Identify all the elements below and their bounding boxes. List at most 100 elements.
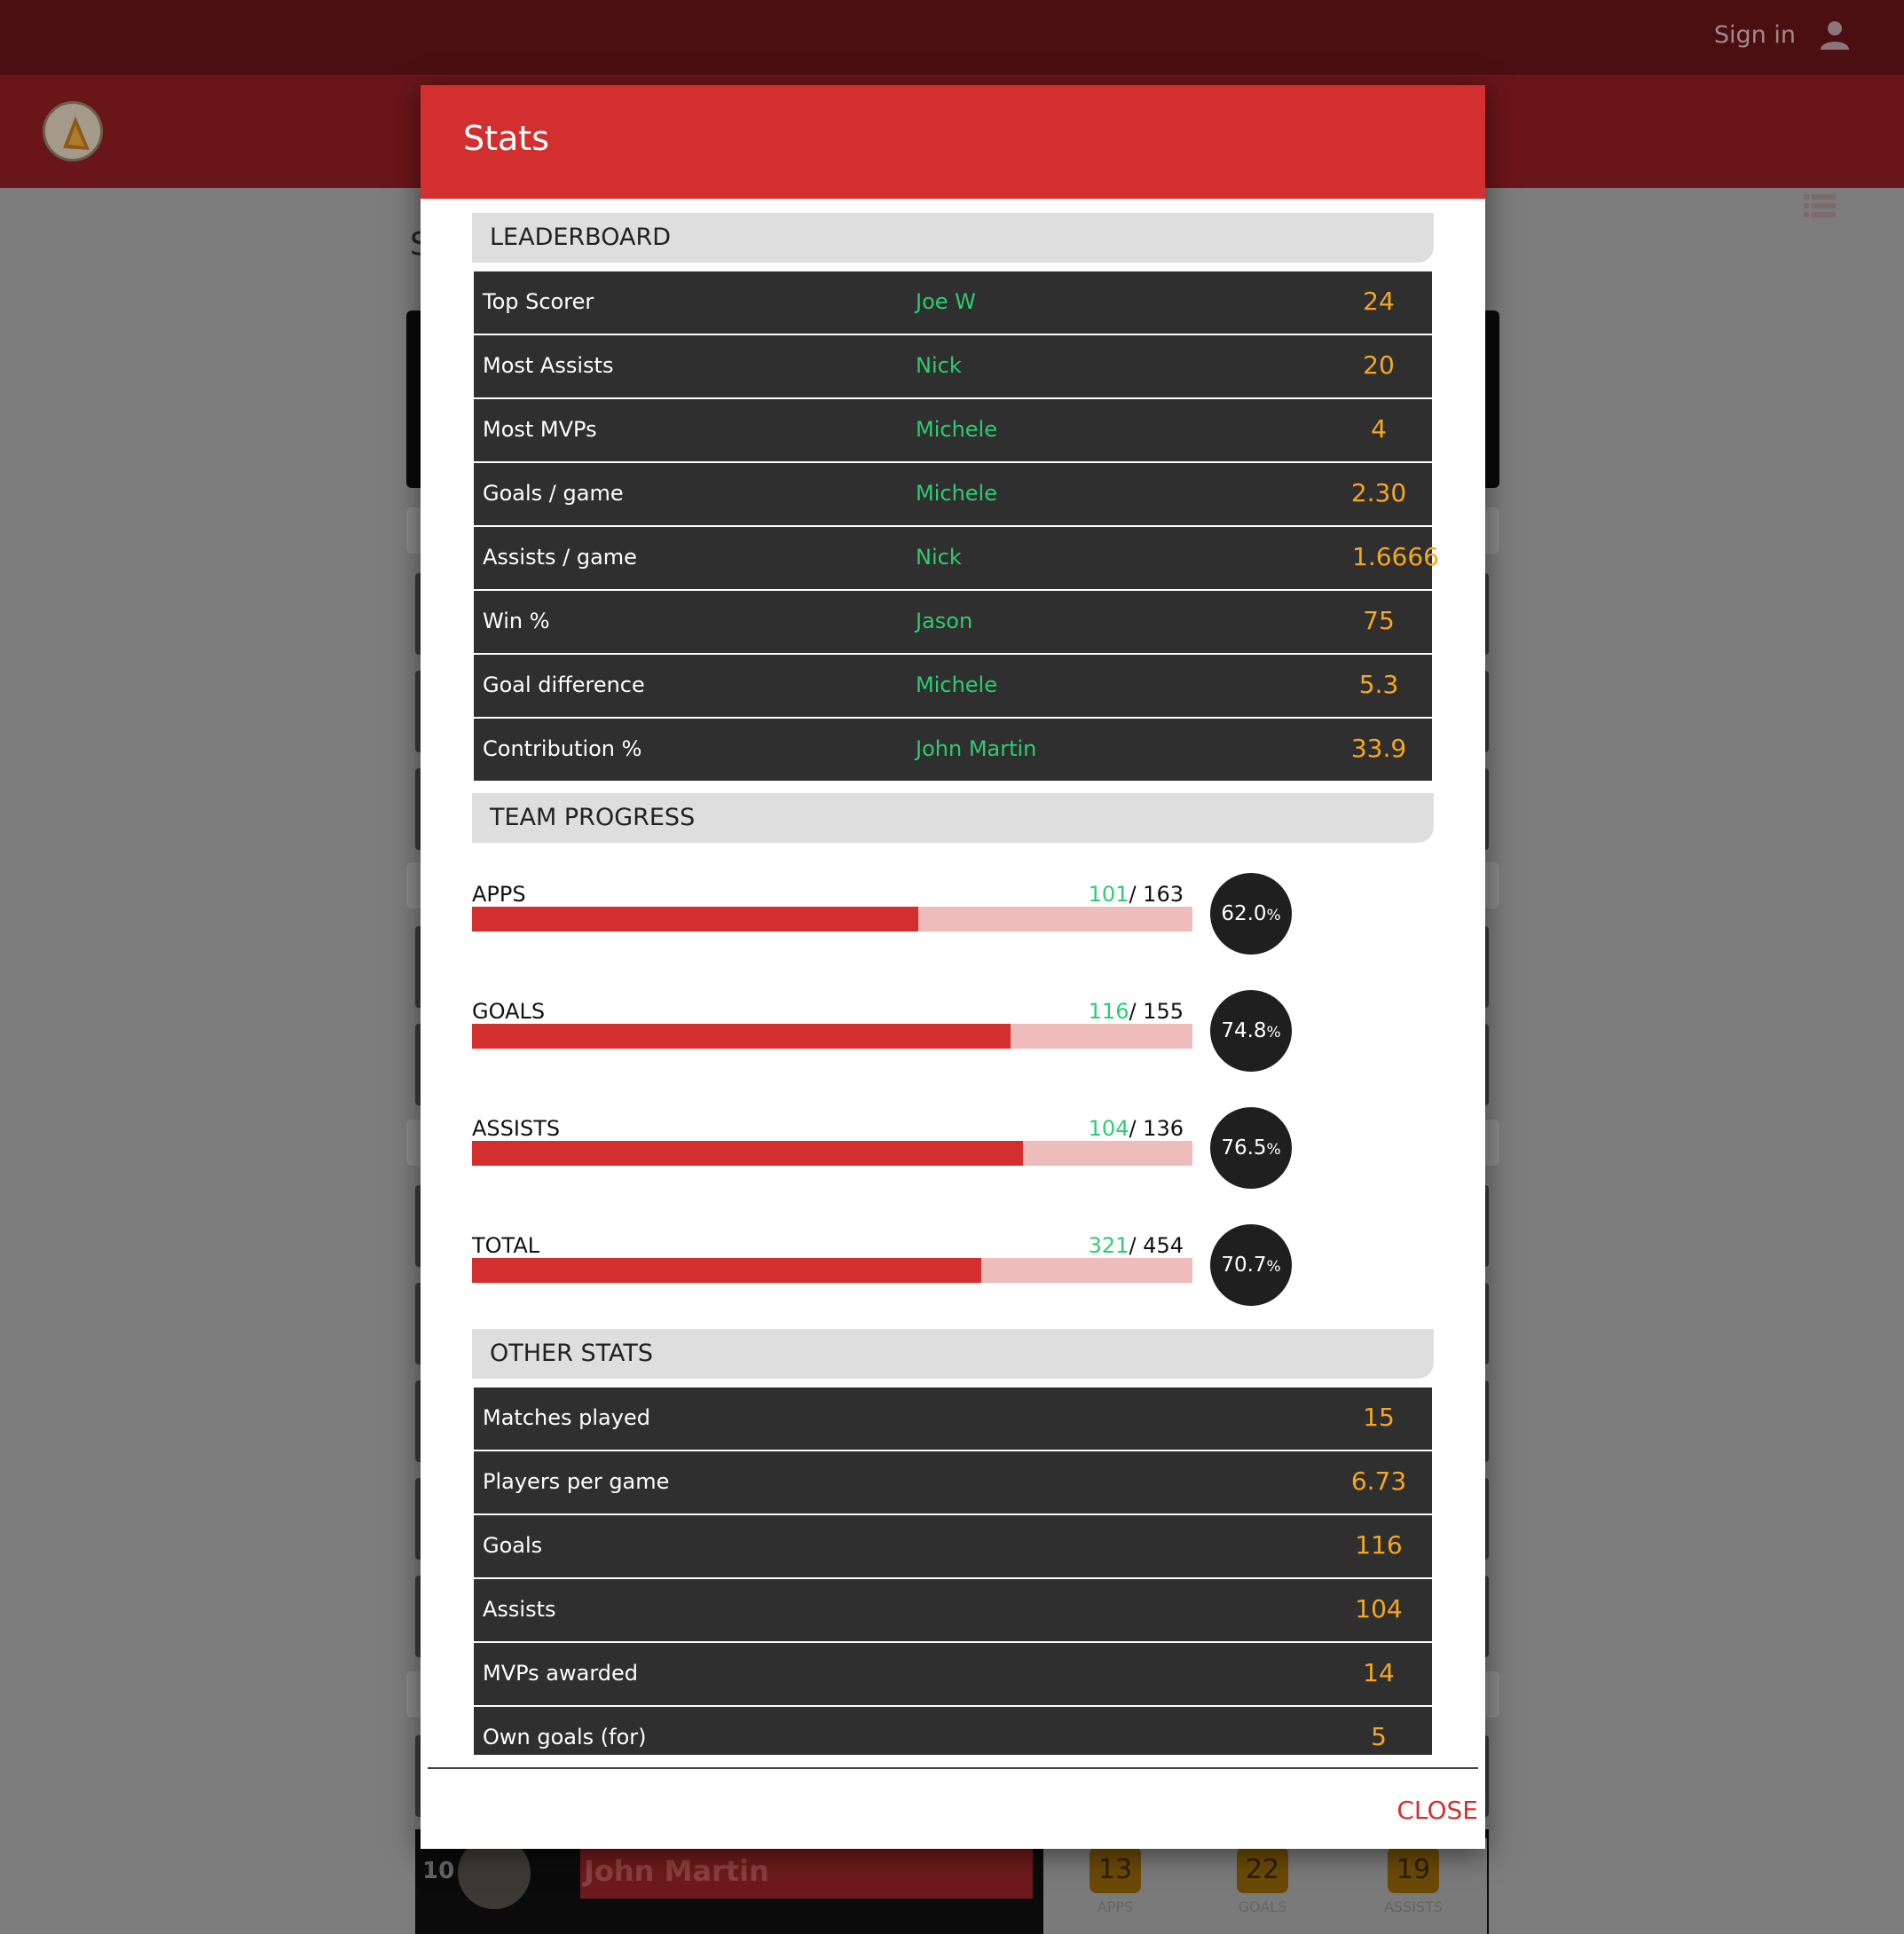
progress-count: 101/ 163	[1089, 882, 1184, 907]
player-rank: 10	[422, 1858, 455, 1884]
row-label: Goal difference	[483, 672, 645, 697]
progress-label: TOTAL	[472, 1233, 540, 1258]
row-label: Win %	[483, 609, 550, 633]
row-value: 2.30	[1350, 478, 1407, 507]
progress-percent-badge: 74.8%	[1210, 990, 1292, 1072]
progress-fill	[472, 1258, 982, 1283]
row-value: 5	[1371, 1722, 1387, 1751]
progress-track	[472, 1258, 1192, 1283]
top-bar: Sign in	[0, 0, 1904, 75]
row-value: 24	[1363, 287, 1395, 316]
modal-footer: CLOSE	[421, 1755, 1485, 1849]
apps-badge: 13	[1090, 1847, 1141, 1893]
modal-body[interactable]: LEADERBOARD Top Scorer Joe W 24 Most Ass…	[421, 199, 1485, 1755]
progress-goals: GOALS 116/ 155 74.8%	[472, 988, 1292, 1077]
leaderboard-row: Contribution % John Martin 33.9	[474, 719, 1432, 781]
goals-label: GOALS	[1238, 1899, 1287, 1915]
row-player: Joe W	[916, 289, 976, 314]
other-stats-row: Matches played 15	[474, 1388, 1432, 1450]
other-stats-row: Goals 116	[474, 1515, 1432, 1577]
progress-done: 116	[1088, 999, 1129, 1024]
leaderboard-row: Goal difference Michele 5.3	[474, 655, 1432, 717]
row-player: Jason	[916, 609, 973, 633]
progress-apps: APPS 101/ 163 62.0%	[472, 871, 1292, 960]
row-label: Goals / game	[483, 481, 624, 506]
row-label: Assists / game	[483, 545, 637, 570]
progress-done: 101	[1088, 882, 1129, 907]
progress-done: 321	[1088, 1233, 1129, 1258]
progress-track	[472, 907, 1192, 932]
row-label: Players per game	[483, 1469, 670, 1494]
row-label: Contribution %	[483, 736, 642, 761]
other-stats-row: Assists 104	[474, 1579, 1432, 1641]
progress-fill	[472, 1141, 1024, 1166]
row-label: Goals	[483, 1533, 543, 1558]
other-stats-heading: OTHER STATS	[472, 1329, 1434, 1379]
progress-percent: 70.7	[1221, 1254, 1267, 1277]
row-player: Michele	[916, 481, 997, 506]
row-value: 75	[1363, 606, 1395, 635]
other-stats-row: Own goals (for) 5	[474, 1707, 1432, 1755]
row-player: Nick	[916, 545, 962, 570]
goals-badge: 22	[1237, 1847, 1288, 1893]
row-value: 20	[1363, 350, 1395, 380]
leaderboard-heading: LEADERBOARD	[472, 213, 1434, 263]
row-label: Matches played	[483, 1405, 650, 1430]
row-value: 104	[1355, 1594, 1403, 1623]
row-value: 1.6666	[1352, 542, 1439, 571]
progress-percent: 62.0	[1221, 902, 1267, 925]
row-value: 6.73	[1350, 1466, 1407, 1496]
user-icon[interactable]	[1817, 18, 1853, 53]
row-player: Michele	[916, 417, 997, 442]
assists-badge: 19	[1388, 1847, 1439, 1893]
player-name: John Martin	[584, 1854, 769, 1888]
row-label: Own goals (for)	[483, 1725, 647, 1749]
row-player: John Martin	[916, 736, 1037, 761]
leaderboard-table: Top Scorer Joe W 24 Most Assists Nick 20…	[474, 271, 1439, 782]
modal-title: Stats	[463, 119, 550, 158]
row-value: 15	[1363, 1403, 1395, 1432]
row-label: Most MVPs	[483, 417, 597, 442]
row-player: Michele	[916, 672, 997, 697]
progress-label: GOALS	[472, 999, 546, 1024]
progress-percent-badge: 70.7%	[1210, 1224, 1292, 1306]
row-label: Top Scorer	[483, 289, 594, 314]
team-logo[interactable]	[43, 101, 103, 161]
leaderboard-row: Most MVPs Michele 4	[474, 399, 1432, 461]
progress-total: TOTAL 321/ 454 70.7%	[472, 1223, 1292, 1311]
progress-total: / 155	[1129, 999, 1184, 1024]
row-value: 116	[1355, 1530, 1403, 1560]
row-label: Most Assists	[483, 353, 614, 378]
progress-done: 104	[1088, 1116, 1129, 1141]
team-progress-heading-label: TEAM PROGRESS	[490, 804, 696, 831]
progress-total: / 163	[1129, 882, 1184, 907]
apps-label: APPS	[1097, 1899, 1134, 1915]
progress-label: ASSISTS	[472, 1116, 561, 1141]
progress-track	[472, 1141, 1192, 1166]
row-value: 4	[1371, 414, 1387, 444]
row-player: Nick	[916, 353, 962, 378]
progress-track	[472, 1024, 1192, 1049]
other-stats-row: Players per game 6.73	[474, 1451, 1432, 1513]
stats-modal: Stats LEADERBOARD Top Scorer Joe W 24 Mo…	[421, 85, 1485, 1849]
progress-assists: ASSISTS 104/ 136 76.5%	[472, 1105, 1292, 1194]
leaderboard-row: Goals / game Michele 2.30	[474, 463, 1432, 525]
progress-fill	[472, 1024, 1011, 1049]
row-value: 5.3	[1358, 670, 1399, 699]
leaderboard-heading-label: LEADERBOARD	[490, 224, 672, 251]
progress-total: / 136	[1129, 1116, 1184, 1141]
progress-label: APPS	[472, 882, 526, 907]
progress-percent: 74.8	[1221, 1019, 1267, 1042]
list-icon[interactable]	[1804, 193, 1836, 219]
other-stats-heading-label: OTHER STATS	[490, 1340, 653, 1367]
assists-label: ASSISTS	[1383, 1899, 1444, 1915]
close-button[interactable]: CLOSE	[1354, 1796, 1478, 1835]
progress-fill	[472, 907, 919, 932]
progress-percent-badge: 76.5%	[1210, 1107, 1292, 1189]
progress-count: 321/ 454	[1089, 1233, 1184, 1258]
leaderboard-row: Win % Jason 75	[474, 591, 1432, 653]
progress-count: 104/ 136	[1089, 1116, 1184, 1141]
sign-in-link[interactable]: Sign in	[1714, 21, 1796, 49]
other-stats-row: MVPs awarded 14	[474, 1643, 1432, 1705]
progress-percent: 76.5	[1221, 1136, 1267, 1160]
